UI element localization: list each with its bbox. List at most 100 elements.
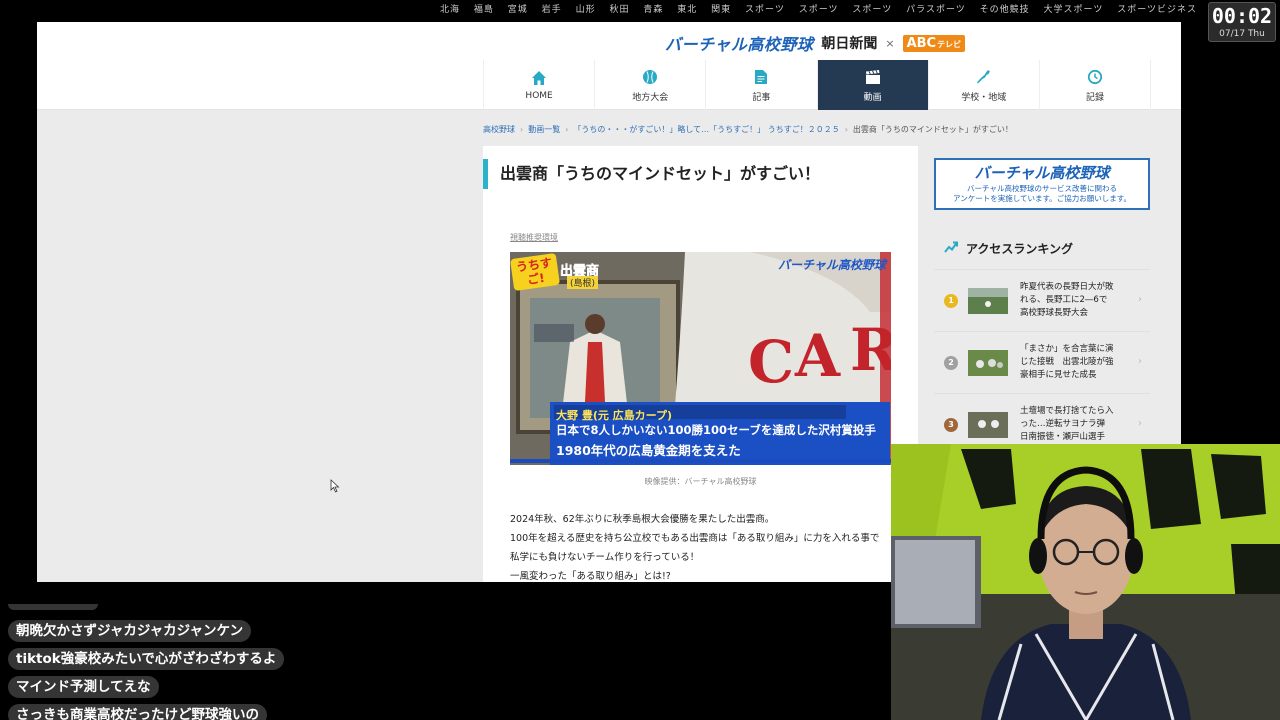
nav-label: 地方大会 bbox=[632, 92, 669, 103]
breadcrumb-link[interactable]: 高校野球 bbox=[483, 125, 515, 134]
chevron-right-icon: › bbox=[1138, 356, 1142, 367]
video-watermark: バーチャル高校野球 bbox=[778, 258, 886, 272]
nav-videos[interactable]: 動画 bbox=[817, 60, 929, 110]
webcam-feed bbox=[891, 444, 1280, 720]
video-subtitle-2: 1980年代の広島黄金期を支えた bbox=[556, 443, 741, 458]
ticker-item: 青森 bbox=[643, 5, 664, 15]
site-logo[interactable]: バーチャル高校野球 朝日新聞 × ABCテレビ bbox=[665, 30, 966, 56]
screen: 北海 福島 宮城 岩手 山形 秋田 青森 東北 関東 スポーツ スポーツ スポー… bbox=[0, 0, 1280, 720]
ranking-list: 1 昨夏代表の長野日大が敗れる、長野工に2―6で 高校野球長野大会 › 2 「ま… bbox=[934, 269, 1150, 455]
svg-text:A: A bbox=[794, 322, 841, 390]
abc-tv-logo[interactable]: ABCテレビ bbox=[902, 34, 966, 52]
ranking-thumbnail bbox=[968, 287, 1008, 314]
video-prefecture: (島根) bbox=[567, 276, 599, 289]
breadcrumb-separator: › bbox=[844, 125, 848, 134]
ticker-item: 東北 bbox=[677, 5, 698, 15]
article-title: 出雲商「うちのマインドセット」がすごい！ bbox=[483, 159, 820, 189]
ticker-item: 北海 bbox=[440, 5, 461, 15]
sidebar: バーチャル高校野球 バーチャル高校野球のサービス改善に関わる アンケートを実施し… bbox=[934, 158, 1150, 458]
breadcrumb-separator: › bbox=[565, 125, 569, 134]
ticker-item: 宮城 bbox=[507, 5, 528, 15]
top-ticker: 北海 福島 宮城 岩手 山形 秋田 青森 東北 関東 スポーツ スポーツ スポー… bbox=[440, 2, 1200, 16]
ticker-item: スポーツ bbox=[745, 5, 785, 15]
clock-icon bbox=[1086, 68, 1104, 86]
virtual-koshien-logo[interactable]: バーチャル高校野球 bbox=[665, 31, 813, 55]
document-icon bbox=[752, 68, 770, 86]
breadcrumb-link[interactable]: 動画一覧 bbox=[528, 125, 560, 134]
ranking-item[interactable]: 2 「まさか」を合言葉に演じた接戦 出雲北陵が強豪相手に見せた成長 › bbox=[934, 331, 1150, 393]
chat-message: 朝晩欠かさずジャカジャカジャンケン bbox=[8, 620, 252, 642]
streamer-camera-image bbox=[891, 444, 1280, 720]
abc-logo-sub: テレビ bbox=[937, 39, 962, 49]
ticker-item: 大学スポーツ bbox=[1043, 5, 1104, 15]
breadcrumb-current: 出雲商「うちのマインドセット」がすごい！ bbox=[852, 125, 1013, 134]
nav-label: HOME bbox=[525, 91, 553, 101]
article-paragraph: 2024年秋、62年ぶりに秋季島根大会優勝を果たした出雲商。 bbox=[510, 514, 775, 525]
ticker-item: スポーツ bbox=[798, 5, 839, 15]
nav-records[interactable]: 記録 bbox=[1040, 60, 1152, 110]
home-icon bbox=[530, 69, 548, 87]
rank-number: 3 bbox=[944, 417, 958, 432]
nav-home[interactable]: HOME bbox=[483, 60, 596, 110]
banner-subtext: バーチャル高校野球のサービス改善に関わる bbox=[967, 184, 1117, 193]
nav-label: 記事 bbox=[752, 92, 771, 103]
ranking-headline: 「まさか」を合言葉に演じた接戦 出雲北陵が強豪相手に見せた成長 bbox=[1020, 344, 1114, 380]
ticker-item: 秋田 bbox=[609, 5, 630, 15]
breadcrumb-link[interactable]: 「うちの・・・がすごい！」略して…「うちすご！」 うちすご！２０２５ bbox=[573, 125, 839, 134]
ranking-item[interactable]: 1 昨夏代表の長野日大が敗れる、長野工に2―6で 高校野球長野大会 › bbox=[934, 269, 1150, 331]
article-paragraph: 100年を超える歴史を持ち公立校でもある出雲商は「ある取り組み」に力を入れる事で… bbox=[510, 533, 880, 563]
ticker-item: 福島 bbox=[473, 5, 494, 15]
ticker-item: 山形 bbox=[575, 5, 596, 15]
ranking-header: アクセスランキング bbox=[934, 240, 1150, 257]
banner-title: バーチャル高校野球 bbox=[974, 164, 1110, 182]
ticker-item: スポーツビジネス bbox=[1117, 5, 1198, 15]
ranking-headline: 昨夏代表の長野日大が敗れる、長野工に2―6で 高校野球長野大会 bbox=[1020, 282, 1114, 318]
map-icon bbox=[975, 68, 993, 86]
ticker-item: その他競技 bbox=[979, 5, 1030, 15]
banner-subtext: アンケートを実施しています。ご協力お願いします。 bbox=[953, 194, 1131, 203]
clock-date: 07/17 Thu bbox=[1219, 29, 1265, 39]
ranking-thumbnail bbox=[968, 411, 1008, 438]
nav-schools[interactable]: 学校・地域 bbox=[929, 60, 1040, 110]
chat-overlay: 朝晩欠かさずジャカジャカジャンケン tiktok強豪校みたいで心がざわざわするよ… bbox=[8, 604, 285, 720]
mouse-cursor-icon bbox=[330, 478, 340, 497]
nav-articles[interactable]: 記事 bbox=[706, 60, 818, 110]
nav-label: 学校・地域 bbox=[961, 92, 1007, 103]
ranking-headline: 土壇場で長打捨てたら入った…逆転サヨナラ弾 日南振徳・瀬戸山選手 bbox=[1020, 406, 1114, 442]
article-body: 2024年秋、62年ぶりに秋季島根大会優勝を果たした出雲商。 100年を超える歴… bbox=[510, 510, 885, 582]
ticker-item: パラスポーツ bbox=[906, 5, 966, 15]
video-player[interactable]: C A R うちすご! 出雲商 (島根) バーチャル高校野球 大野 豊(元 広島… bbox=[510, 252, 891, 465]
video-name-line: 大野 豊(元 広島カープ) bbox=[556, 409, 673, 422]
clock-time: 00:02 bbox=[1211, 4, 1273, 28]
ticker-item: 関東 bbox=[711, 5, 732, 15]
clock-overlay: 00:02 07/17 Thu bbox=[1208, 2, 1276, 42]
video-subtitle-1: 日本で8人しかいない100勝100セーブを達成した沢村賞投手 bbox=[556, 423, 876, 437]
svg-text:C: C bbox=[748, 328, 794, 396]
survey-banner[interactable]: バーチャル高校野球 バーチャル高校野球のサービス改善に関わる アンケートを実施し… bbox=[934, 158, 1150, 210]
asahi-logo[interactable]: 朝日新聞 bbox=[821, 33, 877, 53]
main-nav: HOME 地方大会 記事 動画 学校・地域 記録 bbox=[483, 60, 1152, 110]
chevron-right-icon: › bbox=[1138, 418, 1142, 429]
uchisugo-badge: うちすご! bbox=[510, 252, 561, 292]
nav-label: 動画 bbox=[863, 92, 882, 103]
chevron-right-icon: › bbox=[1138, 294, 1142, 305]
article: 出雲商「うちのマインドセット」がすごい！ 視聴推奨環境 C A R うちすご! … bbox=[483, 146, 918, 582]
chat-message: マインド予測してえな bbox=[8, 676, 159, 698]
recommended-env-link[interactable]: 視聴推奨環境 bbox=[510, 232, 558, 243]
breadcrumb-separator: › bbox=[520, 125, 524, 134]
trending-icon bbox=[944, 240, 958, 257]
video-credit: 映像提供：バーチャル高校野球 bbox=[644, 477, 757, 486]
chat-message: さっきも商業高校だったけど野球強いの bbox=[8, 704, 267, 720]
clapperboard-icon bbox=[864, 68, 882, 86]
breadcrumb: 高校野球 › 動画一覧 › 「うちの・・・がすごい！」略して…「うちすご！」 うちすご！… bbox=[483, 124, 1013, 135]
site-header: バーチャル高校野球 朝日新聞 × ABCテレビ HOME 地方大会 記事 動画 … bbox=[37, 22, 1181, 110]
abc-logo-text: ABC bbox=[906, 35, 937, 51]
ticker-item: 岩手 bbox=[541, 5, 562, 15]
nav-regional[interactable]: 地方大会 bbox=[595, 60, 707, 110]
chat-message: tiktok強豪校みたいで心がざわざわするよ bbox=[8, 648, 285, 670]
chat-message-faded bbox=[8, 604, 98, 610]
article-paragraph: 一風変わった「ある取り組み」とは!? bbox=[510, 571, 671, 582]
rank-number: 2 bbox=[944, 355, 958, 370]
baseball-icon bbox=[641, 68, 659, 86]
logo-separator: × bbox=[885, 36, 895, 50]
